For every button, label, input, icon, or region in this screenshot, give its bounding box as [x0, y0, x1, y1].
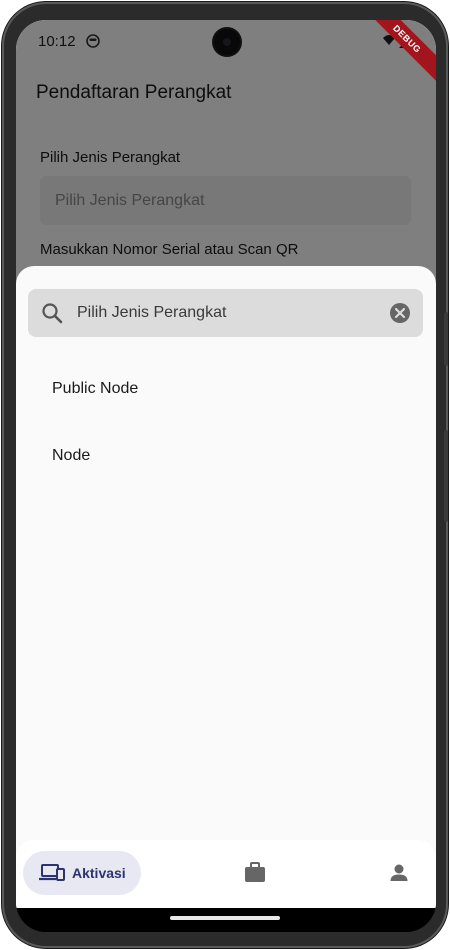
power-button [444, 312, 448, 366]
device-type-sheet: Pilih Jenis Perangkat Public Node Node [16, 266, 436, 908]
nav-item-label: Aktivasi [72, 865, 126, 881]
option-node[interactable]: Node [16, 428, 436, 484]
bottom-navigation: Aktivasi [16, 840, 436, 908]
home-gesture-bar[interactable] [170, 916, 280, 920]
gesture-area [16, 908, 436, 932]
search-input[interactable]: Pilih Jenis Perangkat [77, 289, 226, 337]
phone-frame: 10:12 DEBUG Pendaftaran Perangkat Pilih … [2, 2, 448, 948]
search-icon [42, 303, 63, 324]
search-bar[interactable]: Pilih Jenis Perangkat [28, 289, 423, 337]
person-icon[interactable] [384, 858, 414, 888]
clear-icon[interactable] [389, 302, 411, 324]
nav-item-aktivasi[interactable]: Aktivasi [23, 851, 141, 895]
devices-icon [39, 864, 65, 881]
volume-button [444, 430, 448, 522]
screen: 10:12 DEBUG Pendaftaran Perangkat Pilih … [16, 20, 436, 932]
briefcase-icon[interactable] [240, 858, 270, 888]
option-public-node[interactable]: Public Node [16, 361, 436, 417]
